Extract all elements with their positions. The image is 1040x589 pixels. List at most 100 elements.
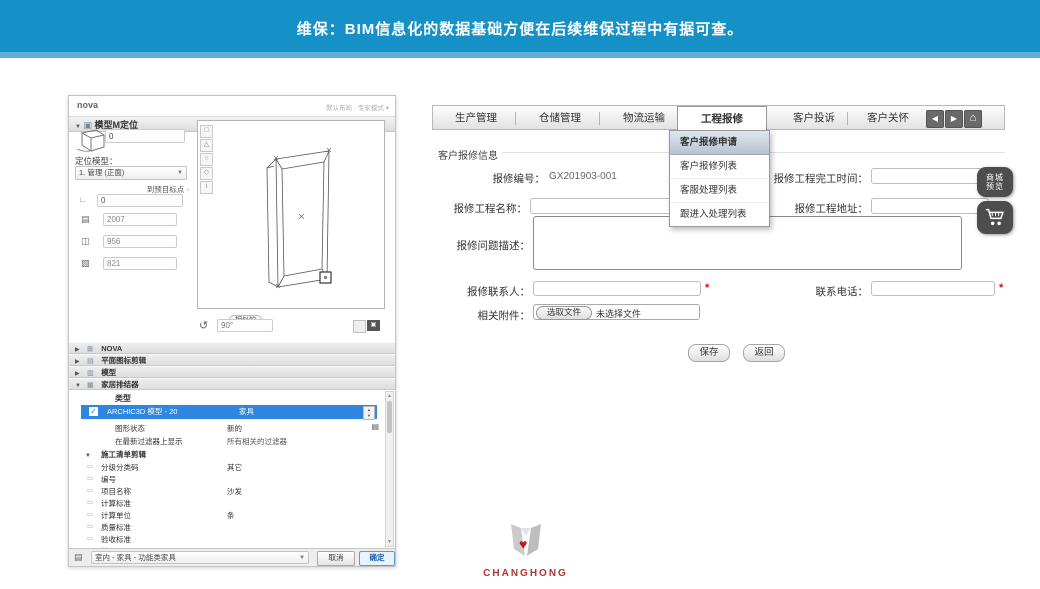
finish-time-input[interactable] [871, 168, 989, 184]
mall-preview-badge[interactable]: 商城预览 [977, 167, 1013, 197]
phone-input[interactable] [871, 281, 995, 296]
prop-value: 其它 [227, 462, 242, 473]
subsection-header[interactable]: ▼ 施工清单剪辑 [85, 449, 146, 460]
3d-viewport[interactable]: □ △ ○ ◇ i [197, 120, 385, 309]
cad-footer-bar: ▤ ▼ 室内 - 家具 - 功能类家具 取消 确定 [69, 548, 395, 566]
selected-model-value: 家具 [239, 406, 254, 417]
prop-label: 质量标准 [101, 522, 131, 533]
graphic-state-label: 图形状态 [115, 423, 145, 434]
subsection-label: 施工清单剪辑 [101, 450, 146, 459]
height-dim-input[interactable] [103, 213, 177, 226]
arrow-left-icon: ◀ [932, 114, 938, 123]
width-dim-input[interactable] [103, 235, 177, 248]
choose-file-button[interactable]: 选取文件 [536, 306, 592, 320]
menu-item-service-list[interactable]: 客服处理列表 [670, 179, 769, 203]
file-upload-field[interactable]: 选取文件 未选择文件 [533, 304, 700, 320]
frame-wireframe [198, 121, 384, 308]
erp-tabbar: 生产管理 仓储管理 物流运输 工程报修 客户投诉 客户关怀 ◀ ▶ ⌂ [432, 105, 1005, 130]
chevron-down-icon: ▼ [299, 552, 305, 564]
tab-separator [847, 112, 848, 125]
prop-label: 计算标准 [101, 498, 131, 509]
graphic-state-value[interactable]: 新的 [227, 423, 242, 434]
prop-label: 编号 [101, 474, 116, 485]
anchor-point-icon: ▫ [186, 185, 189, 194]
locate-model-dropdown[interactable]: ▼ 1. 管理 (正面) [75, 166, 187, 180]
anchor-point-link-label: 到预目标点 [147, 185, 185, 194]
checkbox-checked-icon[interactable]: ✓ [89, 407, 98, 416]
section-furnishing[interactable]: ▼ ▦ 家居排结器 [69, 378, 395, 390]
cancel-button[interactable]: 取消 [317, 551, 355, 566]
tab-production[interactable]: 生产管理 [441, 106, 511, 131]
offset-icon: ∟ [79, 195, 87, 204]
height-dim-icon: ▤ [81, 214, 90, 225]
section-furnishing-label: 家居排结器 [101, 380, 139, 389]
menu-item-repair-list[interactable]: 客户报修列表 [670, 155, 769, 179]
prop-label: 分级分类码 [101, 462, 139, 473]
section-plan-clips[interactable]: ▶ ▤ 平面图标剪辑 [69, 354, 395, 366]
cad-window: nova 默认布局 · 专家模式 ▾ ▼ ▣ 模型M定位 定位模型： ▼ 1. … [68, 95, 396, 567]
tab-engineering-repair[interactable]: 工程报修 [677, 106, 767, 131]
view-mode-button[interactable]: ▣ [367, 320, 380, 331]
tab-logistics[interactable]: 物流运输 [609, 106, 679, 131]
attach-label: 相关附件： [441, 308, 530, 323]
tab-customer-care[interactable]: 客户关怀 [853, 106, 923, 131]
menu-item-repair-request[interactable]: 客户报修申请 [670, 131, 769, 155]
required-mark: * [999, 282, 1003, 294]
cad-titlebar-note: 默认布局 · 专家模式 ▾ [326, 102, 389, 112]
project-addr-input[interactable] [871, 198, 989, 214]
angle-input[interactable] [217, 319, 273, 332]
file-status-text: 未选择文件 [596, 307, 641, 320]
changhong-wordmark: CHANGHONG [468, 568, 583, 579]
cart-icon [984, 206, 1006, 228]
back-button[interactable]: 返回 [743, 344, 785, 362]
save-button[interactable]: 保存 [688, 344, 730, 362]
selected-model-row[interactable]: ✓ ARCHIC3D 模型 - 20 家具 ▲▼ [81, 405, 377, 419]
repair-no-label: 报修编号： [438, 171, 545, 186]
cube-sketch-icon [74, 125, 108, 153]
phone-label: 联系电话： [779, 284, 868, 299]
home-icon: ⌂ [970, 112, 977, 124]
prop-label: 验收标准 [101, 534, 131, 545]
row-spinner[interactable]: ▲▼ [363, 406, 375, 420]
prop-label: 项目名称 [101, 486, 131, 497]
nav-back-button[interactable]: ◀ [926, 110, 944, 128]
rotation-input[interactable] [105, 129, 185, 143]
navigator-icon: ▤ [74, 552, 83, 563]
form-section-title: 客户报修信息 [438, 147, 498, 162]
banner-bottom-strip [0, 52, 1040, 58]
tab-warehouse[interactable]: 仓储管理 [525, 106, 595, 131]
property-list: 类型 ✓ ARCHIC3D 模型 - 20 家具 ▲▼ 图形状态 新的 ▤ 在最… [69, 390, 395, 548]
category-dropdown[interactable]: ▼ 室内 - 家具 - 功能类家具 [91, 551, 309, 564]
contact-input[interactable] [533, 281, 701, 296]
nav-forward-button[interactable]: ▶ [945, 110, 963, 128]
offset-input[interactable] [97, 194, 183, 207]
filter-display-value[interactable]: 所有相关的过滤器 [227, 436, 287, 447]
repair-dropdown-menu: 客户报修申请 客户报修列表 客服处理列表 跟进入处理列表 [669, 130, 770, 227]
ok-button[interactable]: 确定 [359, 551, 395, 566]
project-addr-label: 报修工程地址： [779, 201, 868, 216]
menu-item-followup-list[interactable]: 跟进入处理列表 [670, 203, 769, 226]
view-option-button[interactable] [353, 320, 366, 333]
prop-value: 沙发 [227, 486, 242, 497]
required-mark: * [705, 282, 709, 294]
project-name-label: 报修工程名称： [438, 201, 527, 216]
section-nova-label: NOVA [101, 344, 122, 353]
section-plan-clips-label: 平面图标剪辑 [101, 356, 146, 365]
selected-model-name: ARCHIC3D 模型 - 20 [107, 406, 177, 417]
cad-window-title: nova [77, 100, 98, 110]
banner-text: 维保：BIM信息化的数据基础方便在后续维保过程中有据可查。 [0, 18, 1040, 39]
layer-state-icon[interactable]: ▤ [371, 422, 379, 431]
rotate-icon[interactable]: ↺ [199, 319, 208, 332]
type-label: 类型 [115, 393, 131, 404]
depth-dim-input[interactable] [103, 257, 177, 270]
width-dim-icon: ◫ [81, 236, 90, 247]
section-model[interactable]: ▶ ▥ 模型 [69, 366, 395, 378]
contact-label: 报修联系人： [441, 284, 530, 299]
nav-home-button[interactable]: ⌂ [964, 110, 982, 128]
tab-complaints[interactable]: 客户投诉 [779, 106, 849, 131]
section-nova[interactable]: ▶ ⊞ NOVA [69, 342, 395, 354]
list-scrollbar[interactable]: ▲▼ [385, 391, 394, 547]
desc-label: 报修问题描述： [441, 238, 530, 253]
cart-badge[interactable] [977, 201, 1013, 234]
heart-icon: ♥ [519, 536, 527, 552]
